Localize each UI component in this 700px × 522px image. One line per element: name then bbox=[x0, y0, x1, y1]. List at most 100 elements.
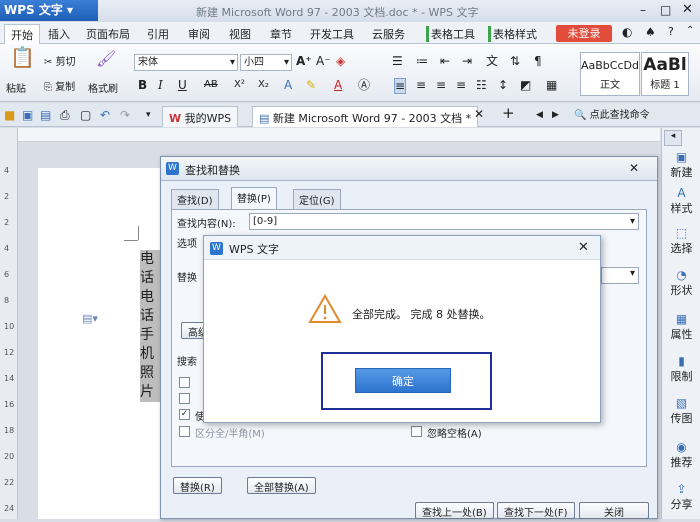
undo-icon[interactable]: ↶ bbox=[100, 108, 110, 122]
close-icon[interactable]: ✕ bbox=[578, 240, 589, 255]
skin-icon[interactable]: ◐ bbox=[622, 25, 632, 39]
document-icon[interactable]: ▤▾ bbox=[82, 312, 98, 325]
chinese-layout-icon[interactable]: 文 bbox=[486, 54, 498, 68]
decrease-indent-icon[interactable]: ⇤ bbox=[440, 54, 450, 68]
distribute-icon[interactable]: ☷ bbox=[476, 78, 487, 92]
find-previous-button[interactable]: 查找上一处(B) bbox=[415, 502, 494, 519]
menu-review[interactable]: 审阅 bbox=[188, 26, 210, 42]
tab-left-icon[interactable]: ◀ bbox=[536, 108, 543, 122]
redo-icon[interactable]: ↷ bbox=[120, 108, 130, 122]
sidebar-item-shape[interactable]: ◔ 形状 bbox=[662, 268, 700, 298]
font-color-icon[interactable]: A bbox=[334, 78, 342, 92]
message-box-titlebar[interactable]: W WPS 文字 ✕ bbox=[204, 236, 600, 260]
close-button[interactable]: 关闭 bbox=[579, 502, 649, 519]
menu-chapter[interactable]: 章节 bbox=[270, 26, 292, 42]
menu-table-style[interactable]: 表格样式 bbox=[488, 26, 537, 42]
print-preview-icon[interactable]: ▢ bbox=[80, 108, 91, 122]
tab-my-wps[interactable]: W 我的WPS bbox=[162, 106, 239, 127]
ok-button[interactable]: 确定 bbox=[355, 368, 451, 393]
increase-indent-icon[interactable]: ⇥ bbox=[462, 54, 472, 68]
sidebar-item-new[interactable]: ▣ 新建 bbox=[662, 150, 700, 180]
font-size-select[interactable]: 小四 ▾ bbox=[240, 54, 292, 71]
sidebar-item-share[interactable]: ⇪ 分享 bbox=[662, 482, 700, 512]
highlight-icon[interactable]: ✎ bbox=[306, 78, 316, 92]
add-tab-icon[interactable]: + bbox=[502, 106, 515, 121]
help-icon[interactable]: ? bbox=[668, 25, 674, 38]
align-right-icon[interactable]: ≡ bbox=[436, 78, 446, 92]
copy-button[interactable]: ⎘ 复制 bbox=[44, 78, 75, 93]
tab-replace[interactable]: 替换(P) bbox=[231, 187, 277, 209]
superscript-icon[interactable]: X² bbox=[234, 78, 245, 92]
format-painter-icon[interactable]: 🖌 bbox=[96, 51, 116, 67]
underline-icon[interactable]: U bbox=[178, 78, 187, 92]
tab-goto[interactable]: 定位(G) bbox=[293, 189, 341, 209]
format-painter-label[interactable]: 格式刷 bbox=[88, 80, 118, 95]
replace-all-button[interactable]: 全部替换(A) bbox=[247, 477, 316, 494]
menu-home[interactable]: 开始 bbox=[4, 24, 40, 44]
strikethrough-icon[interactable]: AB bbox=[204, 78, 218, 92]
app-menu-button[interactable]: WPS 文字 ▾ bbox=[0, 0, 98, 21]
bullet-list-icon[interactable]: ☰ bbox=[392, 54, 403, 68]
find-next-button[interactable]: 查找下一处(F) bbox=[497, 502, 575, 519]
menu-references[interactable]: 引用 bbox=[147, 26, 169, 42]
align-left-icon[interactable]: ≡ bbox=[394, 78, 407, 94]
new-doc-icon[interactable]: ▤ bbox=[40, 108, 51, 122]
bold-icon[interactable]: B bbox=[138, 78, 147, 92]
shrink-font-icon[interactable]: A⁻ bbox=[316, 54, 331, 68]
print-icon[interactable]: ⎙ bbox=[60, 108, 70, 122]
menu-insert[interactable]: 插入 bbox=[48, 26, 70, 42]
maximize-icon[interactable]: □ bbox=[660, 3, 671, 17]
chevron-up-icon[interactable]: ⌃ bbox=[686, 25, 694, 36]
menu-developer[interactable]: 开发工具 bbox=[310, 26, 354, 42]
cut-button[interactable]: ✂ 剪切 bbox=[44, 53, 76, 68]
replace-with-input[interactable]: ▾ bbox=[601, 267, 639, 284]
sidebar-item-style[interactable]: A 样式 bbox=[662, 186, 700, 216]
sidebar-item-properties[interactable]: ▦ 属性 bbox=[662, 312, 700, 342]
grow-font-icon[interactable]: A⁺ bbox=[296, 54, 312, 68]
font-name-select[interactable]: 宋体 ▾ bbox=[134, 54, 238, 71]
halfwidth-checkbox[interactable] bbox=[179, 426, 190, 437]
shading-icon[interactable]: ◩ bbox=[520, 78, 531, 92]
text-effect-icon[interactable]: A bbox=[284, 78, 292, 92]
tab-find[interactable]: 查找(D) bbox=[171, 189, 219, 209]
command-search-input[interactable]: 🔍 点此查找命令 bbox=[574, 107, 696, 124]
option-checkbox[interactable] bbox=[179, 377, 190, 388]
style-normal[interactable]: AaBbCcDd 正文 bbox=[580, 52, 640, 96]
sidebar-item-select[interactable]: ⬚ 选择 bbox=[662, 226, 700, 256]
sidebar-item-restrict[interactable]: ▮ 限制 bbox=[662, 354, 700, 384]
number-list-icon[interactable]: ≔ bbox=[416, 54, 428, 68]
login-button[interactable]: 未登录 bbox=[556, 25, 612, 42]
folder-icon[interactable]: ■ bbox=[4, 108, 15, 122]
clear-format-icon[interactable]: ◈ bbox=[336, 54, 345, 68]
close-tab-icon[interactable]: ✕ bbox=[474, 107, 484, 121]
sidebar-item-upload[interactable]: ▧ 传图 bbox=[662, 396, 700, 426]
save-icon[interactable]: ▣ bbox=[22, 108, 33, 122]
find-what-input[interactable]: [0-9] ▾ bbox=[249, 213, 639, 230]
sidebar-item-recommend[interactable]: ◉ 推荐 bbox=[662, 440, 700, 470]
border-icon[interactable]: ▦ bbox=[546, 78, 557, 92]
sort-icon[interactable]: ⇅ bbox=[510, 54, 520, 68]
menu-table-tools[interactable]: 表格工具 bbox=[426, 26, 475, 42]
close-icon[interactable]: ✕ bbox=[682, 2, 693, 17]
option-checkbox[interactable] bbox=[179, 393, 190, 404]
menu-cloud[interactable]: 云服务 bbox=[372, 26, 405, 42]
shirt-icon[interactable]: ♠ bbox=[645, 25, 656, 39]
quick-access-dropdown-icon[interactable]: ▾ bbox=[146, 108, 151, 122]
minimize-icon[interactable]: – bbox=[640, 3, 646, 17]
tab-document[interactable]: ▤ 新建 Microsoft Word 97 - 2003 文档 * bbox=[252, 106, 479, 127]
justify-icon[interactable]: ≡ bbox=[456, 78, 466, 92]
close-icon[interactable]: ✕ bbox=[629, 161, 639, 175]
find-dialog-titlebar[interactable]: W 查找和替换 ✕ bbox=[161, 157, 657, 181]
paste-label[interactable]: 粘贴 bbox=[6, 80, 26, 95]
document-text-block[interactable]: 电话 电话 手机 照片 bbox=[140, 250, 162, 402]
align-center-icon[interactable]: ≡ bbox=[416, 78, 426, 92]
subscript-icon[interactable]: X₂ bbox=[258, 78, 269, 92]
replace-button[interactable]: 替换(R) bbox=[173, 477, 222, 494]
line-spacing-icon[interactable]: ↕ bbox=[498, 78, 508, 92]
ignore-space-checkbox[interactable] bbox=[411, 426, 422, 437]
style-heading-1[interactable]: AaBl 标题 1 bbox=[641, 52, 689, 96]
option-checkbox-checked[interactable]: ✓ bbox=[179, 409, 190, 420]
sidebar-collapse-icon[interactable]: ◂ bbox=[664, 130, 682, 146]
tab-right-icon[interactable]: ▶ bbox=[552, 108, 559, 122]
menu-layout[interactable]: 页面布局 bbox=[86, 26, 130, 42]
